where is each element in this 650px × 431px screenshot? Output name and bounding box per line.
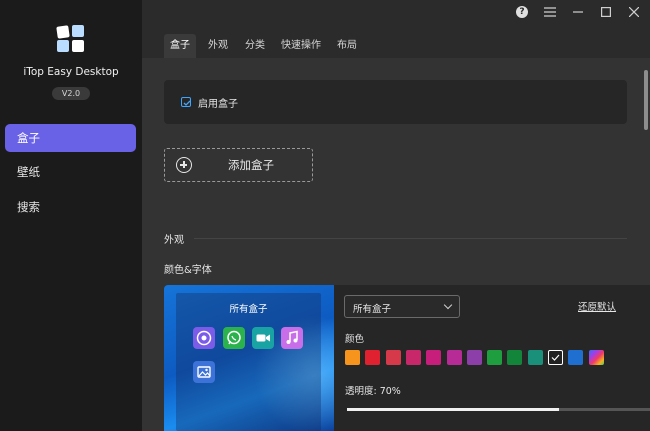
preview-box-title: 所有盒子 [229, 304, 268, 315]
tab-layout[interactable]: 布局 [331, 34, 363, 58]
box-preview: 所有盒子 [164, 285, 334, 431]
close-icon[interactable] [625, 3, 643, 21]
opacity-slider-fill [347, 408, 560, 411]
custom-color-swatch[interactable] [588, 350, 604, 365]
color-swatch[interactable] [527, 350, 543, 365]
plus-circle-icon [176, 157, 192, 173]
minimize-icon[interactable] [569, 3, 587, 21]
appearance-card: 所有盒子 所有盒子 还原默认 颜色 透明度: 70% [164, 285, 650, 431]
section-title-appearance: 外观 [164, 235, 184, 246]
title-bar: ? [142, 0, 650, 24]
enable-box-checkbox[interactable] [181, 97, 191, 107]
tab-appearance[interactable]: 外观 [202, 34, 234, 58]
add-box-button[interactable]: 添加盒子 [164, 148, 313, 182]
color-swatch[interactable] [466, 350, 482, 365]
color-swatch[interactable] [405, 350, 421, 365]
scrollbar[interactable] [644, 70, 648, 130]
app-logo [56, 25, 84, 52]
opacity-label: 透明度: 70% [345, 386, 401, 397]
color-label: 颜色 [345, 334, 365, 345]
color-swatch[interactable] [507, 350, 523, 365]
color-swatch[interactable] [446, 350, 462, 365]
sidebar-item-label: 盒子 [17, 131, 40, 145]
add-box-label: 添加盒子 [228, 158, 274, 172]
tab-bar: 盒子 外观 分类 快速操作 布局 [142, 34, 650, 58]
whatsapp-icon [223, 327, 245, 349]
color-swatch[interactable] [487, 350, 503, 365]
color-font-title: 颜色&字体 [164, 265, 212, 276]
section-divider [194, 238, 627, 239]
check-icon [551, 354, 560, 361]
enable-box-label: 启用盒子 [198, 99, 238, 110]
tab-quick-actions[interactable]: 快速操作 [276, 34, 326, 58]
color-swatch[interactable] [345, 350, 360, 365]
sidebar-item-wallpaper[interactable]: 壁纸 [5, 158, 136, 186]
music-icon [281, 327, 303, 349]
sidebar-item-label: 搜索 [17, 200, 40, 214]
enable-box-card: 启用盒子 [164, 80, 627, 124]
help-glyph: ? [516, 6, 528, 18]
sidebar: iTop Easy Desktop V2.0 盒子 壁纸 搜索 [0, 0, 142, 431]
content-panel: 启用盒子 添加盒子 外观 颜色&字体 所有盒子 所有盒子 还原默认 颜色 透明度… [142, 58, 650, 431]
image-icon [193, 361, 215, 383]
version-badge: V2.0 [52, 87, 90, 100]
sidebar-item-box[interactable]: 盒子 [5, 124, 136, 152]
color-swatch[interactable] [568, 350, 584, 365]
reset-default-link[interactable]: 还原默认 [578, 299, 616, 313]
chevron-down-icon [443, 300, 453, 310]
help-icon[interactable]: ? [513, 3, 531, 21]
tab-categories[interactable]: 分类 [239, 34, 271, 58]
app-name: iTop Easy Desktop [23, 66, 119, 78]
color-swatch[interactable] [548, 350, 563, 365]
box-select-dropdown[interactable]: 所有盒子 [344, 295, 460, 318]
color-swatch[interactable] [365, 350, 381, 365]
sidebar-item-search[interactable]: 搜索 [5, 193, 136, 221]
maximize-icon[interactable] [597, 3, 615, 21]
menu-icon[interactable] [541, 3, 559, 21]
check-icon [183, 100, 191, 106]
dropdown-value: 所有盒子 [353, 304, 392, 315]
video-call-icon [252, 327, 274, 349]
color-swatch[interactable] [385, 350, 401, 365]
tab-box[interactable]: 盒子 [164, 34, 196, 58]
chrome-icon [193, 327, 215, 349]
color-swatch[interactable] [426, 350, 442, 365]
preview-box: 所有盒子 [176, 293, 321, 431]
sidebar-item-label: 壁纸 [17, 165, 40, 179]
opacity-slider[interactable] [347, 408, 650, 411]
